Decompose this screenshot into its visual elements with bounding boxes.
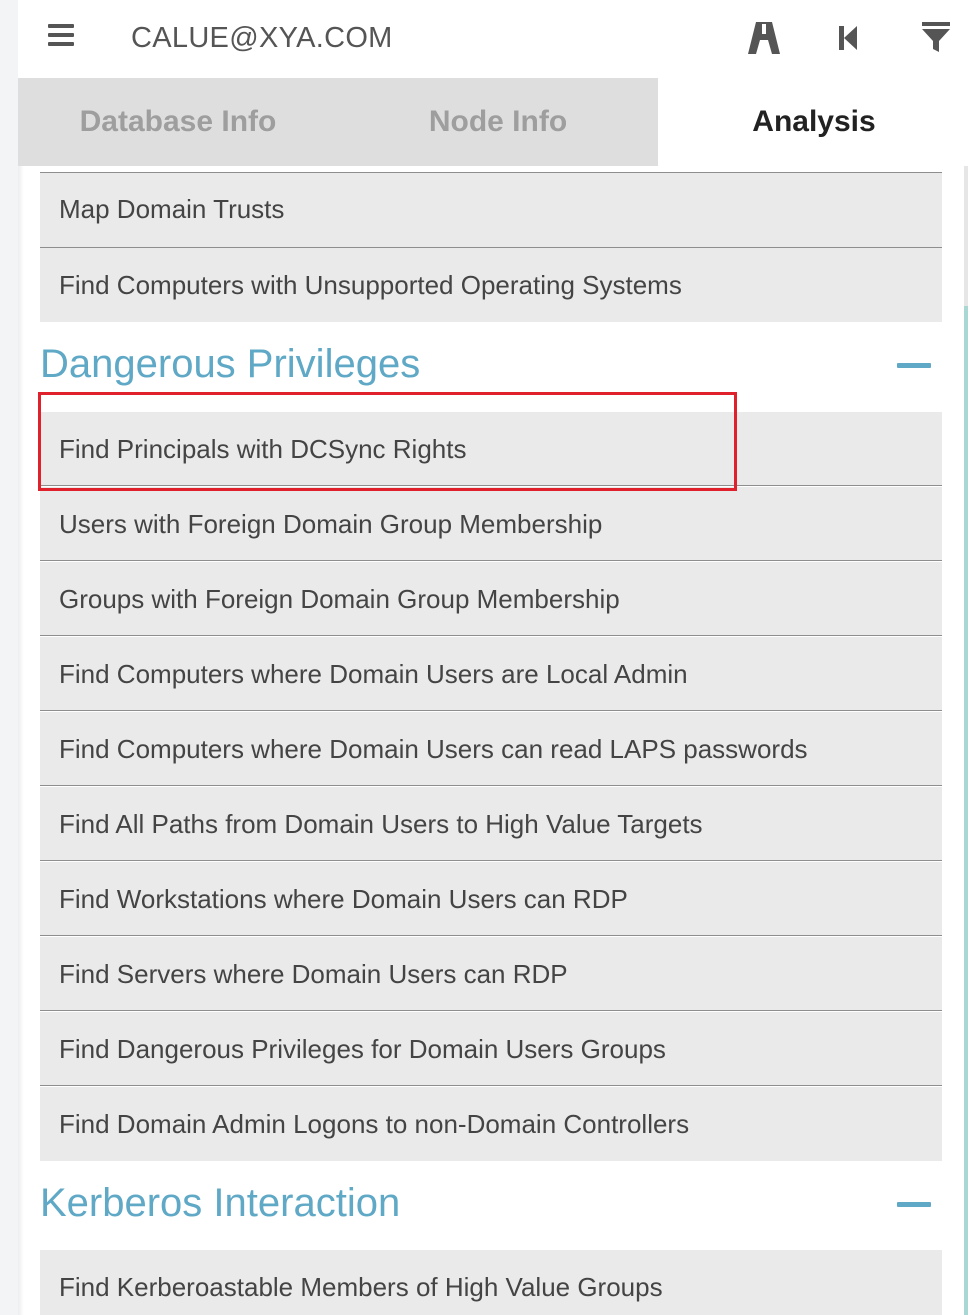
query-admin-logons[interactable]: Find Domain Admin Logons to non-Domain C… — [40, 1087, 942, 1161]
collapse-icon[interactable] — [897, 363, 931, 368]
menu-icon[interactable] — [48, 24, 74, 48]
filter-icon[interactable] — [916, 18, 956, 58]
user-label: CALUE@XYA.COM — [131, 22, 393, 54]
query-dcsync-rights[interactable]: Find Principals with DCSync Rights — [40, 412, 942, 486]
query-workstations-rdp[interactable]: Find Workstations where Domain Users can… — [40, 862, 942, 936]
query-map-domain-trusts[interactable]: Map Domain Trusts — [40, 173, 942, 248]
query-laps-passwords[interactable]: Find Computers where Domain Users can re… — [40, 712, 942, 786]
tab-database-info[interactable]: Database Info — [18, 78, 338, 166]
query-computers-local-admin[interactable]: Find Computers where Domain Users are Lo… — [40, 637, 942, 711]
path-icon[interactable] — [744, 18, 784, 58]
query-unsupported-os[interactable]: Find Computers with Unsupported Operatin… — [40, 248, 942, 322]
tab-analysis[interactable]: Analysis — [658, 78, 970, 166]
query-servers-rdp[interactable]: Find Servers where Domain Users can RDP — [40, 937, 942, 1011]
query-dangerous-privileges-groups[interactable]: Find Dangerous Privileges for Domain Use… — [40, 1012, 942, 1086]
analysis-query-list[interactable]: Map Domain Trusts Find Computers with Un… — [18, 166, 970, 1315]
search-header: CALUE@XYA.COM — [18, 0, 970, 78]
tab-bar: Database Info Node Info Analysis — [18, 78, 970, 166]
query-groups-foreign-group[interactable]: Groups with Foreign Domain Group Members… — [40, 562, 942, 636]
tab-node-info[interactable]: Node Info — [338, 78, 658, 166]
query-kerberoastable-high-value[interactable]: Find Kerberoastable Members of High Valu… — [40, 1250, 942, 1315]
query-paths-high-value[interactable]: Find All Paths from Domain Users to High… — [40, 787, 942, 861]
collapse-icon[interactable] — [897, 1202, 931, 1207]
section-title-dangerous-privileges[interactable]: Dangerous Privileges — [40, 334, 420, 394]
back-icon[interactable] — [829, 18, 869, 58]
sidebar-panel: CALUE@XYA.COM Database Info Node Info An… — [18, 0, 970, 1315]
section-title-kerberos-interaction[interactable]: Kerberos Interaction — [40, 1173, 400, 1233]
scrollbar[interactable] — [964, 166, 968, 1315]
query-users-foreign-group[interactable]: Users with Foreign Domain Group Membersh… — [40, 487, 942, 561]
